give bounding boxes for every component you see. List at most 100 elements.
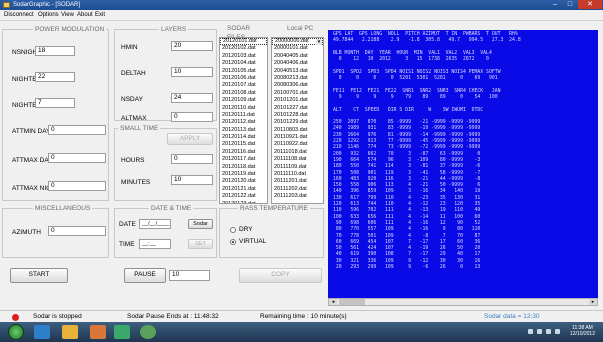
file-list-item[interactable]: 20111202.dat: [272, 186, 323, 193]
file-list-item[interactable]: 20100701.dat: [272, 90, 323, 97]
minutes-input[interactable]: 10: [171, 175, 213, 185]
menu-about[interactable]: About: [77, 11, 93, 19]
file-list-item[interactable]: 20120119.dat: [220, 171, 267, 178]
system-clock[interactable]: 11:38 AM 12/10/2012: [570, 325, 595, 337]
file-list-item[interactable]: 20120106.dat: [220, 75, 267, 82]
file-list-item[interactable]: 20111018.dat: [272, 149, 323, 156]
layers-group: LAYERS HMIN 20 DELTAH 10 NSDAY 24 ALTMAX…: [114, 25, 217, 122]
file-list-item[interactable]: 20120109.dat: [220, 97, 267, 104]
virtual-radio[interactable]: [230, 239, 236, 245]
hmin-input[interactable]: 20: [171, 41, 213, 51]
tray-flag-icon[interactable]: [537, 329, 542, 334]
list-dropdown-icon[interactable]: ▾: [316, 39, 322, 45]
file-list-item[interactable]: 20080213.dat: [272, 75, 323, 82]
miscellaneous-group: MISCELLANEOUS AZIMUTH 0: [2, 204, 109, 258]
attmin-day-input[interactable]: 0: [48, 125, 106, 135]
menu-options[interactable]: Options: [38, 11, 59, 19]
minimize-button[interactable]: –: [548, 0, 562, 9]
file-list-item[interactable]: 20120116.dat: [220, 149, 267, 156]
copy-button[interactable]: COPY: [239, 268, 322, 283]
file-list-item[interactable]: 20120122.dat: [220, 193, 267, 200]
file-list-item[interactable]: 20101228.dat: [272, 112, 323, 119]
file-list-item[interactable]: 20111108.dat: [272, 156, 323, 163]
tray-arrow-icon[interactable]: [528, 329, 533, 334]
file-list-item[interactable]: 20040406.dat: [272, 60, 323, 67]
file-list-item[interactable]: 20110803.dat: [272, 127, 323, 134]
sodar-app-taskbar-icon[interactable]: [140, 325, 156, 339]
file-list-item[interactable]: 20120107.dat: [220, 82, 267, 89]
file-list-item[interactable]: 20101227.dat: [272, 105, 323, 112]
status-bar: Sodar is stopped Sodar Pause Ends at : 1…: [0, 310, 603, 322]
menu-disconnect[interactable]: Disconnect: [4, 11, 34, 19]
time-input[interactable]: __:__: [139, 239, 171, 249]
file-list-item[interactable]: 20120117.dat: [220, 156, 267, 163]
close-button[interactable]: ✕: [578, 0, 602, 9]
attmax-night-input[interactable]: 0: [48, 181, 106, 191]
dry-radio[interactable]: [230, 227, 236, 233]
file-list-item[interactable]: 20120120.dat: [220, 178, 267, 185]
file-list-item[interactable]: 20000101.dat: [272, 45, 323, 52]
file-list-item[interactable]: 20120111.dat: [220, 112, 267, 119]
file-list-item[interactable]: 20120108.dat: [220, 90, 267, 97]
file-list-item[interactable]: 20120113.dat: [220, 127, 267, 134]
file-list-item[interactable]: 20120115.dat: [220, 141, 267, 148]
file-explorer-icon[interactable]: [62, 325, 78, 339]
attmax-day-input[interactable]: 0: [48, 153, 106, 163]
file-list-item[interactable]: 20120101.dat: [220, 38, 267, 46]
file-list-item[interactable]: 20110922.dat: [272, 141, 323, 148]
scroll-left-icon[interactable]: ◂: [329, 299, 337, 305]
maximize-button[interactable]: □: [563, 0, 577, 9]
sodar-date-button[interactable]: Sodar: [188, 219, 213, 229]
file-list-item[interactable]: 20101229.dat: [272, 119, 323, 126]
scroll-thumb[interactable]: [339, 299, 365, 305]
menu-exit[interactable]: Exit: [95, 11, 105, 19]
tray-volume-icon[interactable]: [555, 329, 560, 334]
file-list-item[interactable]: 20120102.dat: [220, 45, 267, 52]
file-list-item[interactable]: 20111109.dat: [272, 164, 323, 171]
file-list-item[interactable]: 20120112.dat: [220, 119, 267, 126]
scroll-right-icon[interactable]: ▸: [589, 299, 597, 305]
nightb-label: NIGHTB: [12, 76, 37, 83]
local-pc-list[interactable]: 20000000.dat 20000101.dat 20040405.dat 2004…: [271, 37, 324, 204]
file-list-item[interactable]: 20120103.dat: [220, 53, 267, 60]
media-player-icon[interactable]: [90, 325, 106, 339]
file-list-item[interactable]: 20110921.dat: [272, 134, 323, 141]
file-list-item[interactable]: 20040405.dat: [272, 53, 323, 60]
file-list-item[interactable]: 20111201.dat: [272, 178, 323, 185]
pause-minutes-input[interactable]: 10: [169, 270, 210, 281]
pause-ends-text: Sodar Pause Ends at : 11:48:32: [127, 313, 219, 320]
deltah-input[interactable]: 10: [171, 67, 213, 77]
file-list-item[interactable]: 20120110.dat: [220, 105, 267, 112]
ie-browser-icon[interactable]: [34, 325, 50, 339]
start-button[interactable]: START: [10, 268, 68, 283]
excel-icon[interactable]: [114, 325, 130, 339]
file-list-item[interactable]: 20120121.dat: [220, 186, 267, 193]
nsday-input[interactable]: 24: [171, 93, 213, 103]
file-list-item[interactable]: 20120105.dat: [220, 68, 267, 75]
date-input[interactable]: __/__/____: [139, 219, 171, 229]
file-list-item[interactable]: 20040513.dat: [272, 68, 323, 75]
start-menu-icon[interactable]: [8, 324, 24, 340]
set-time-button[interactable]: SET: [188, 239, 213, 249]
file-list-item[interactable]: 20120118.dat: [220, 164, 267, 171]
tray-network-icon[interactable]: [546, 329, 551, 334]
hours-input[interactable]: 0: [171, 154, 213, 164]
altmax-input[interactable]: 0: [171, 112, 213, 122]
nsday-label: NSDAY: [121, 96, 143, 103]
data-panel-scrollbar[interactable]: ◂ ▸: [328, 298, 598, 306]
nighte-input[interactable]: 7: [35, 98, 75, 108]
nsnight-input[interactable]: 18: [35, 46, 75, 56]
apply-button[interactable]: APPLY: [167, 133, 213, 145]
file-list-item[interactable]: 20111203.dat: [272, 193, 323, 200]
altmax-label: ALTMAX: [121, 115, 147, 122]
nightb-input[interactable]: 22: [35, 72, 75, 82]
file-list-item[interactable]: 20120114.dat: [220, 134, 267, 141]
sodar-files-list[interactable]: 20120101.dat 20120102.dat 20120103.dat 2012…: [219, 37, 268, 204]
menu-view[interactable]: View: [61, 11, 74, 19]
file-list-item[interactable]: 20080306.dat: [272, 82, 323, 89]
file-list-item[interactable]: 20120104.dat: [220, 60, 267, 67]
pause-button[interactable]: PAUSE: [124, 268, 166, 283]
file-list-item[interactable]: 20111110.dat: [272, 171, 323, 178]
azimuth-input[interactable]: 0: [48, 226, 106, 236]
file-list-item[interactable]: 20101201.dat: [272, 97, 323, 104]
